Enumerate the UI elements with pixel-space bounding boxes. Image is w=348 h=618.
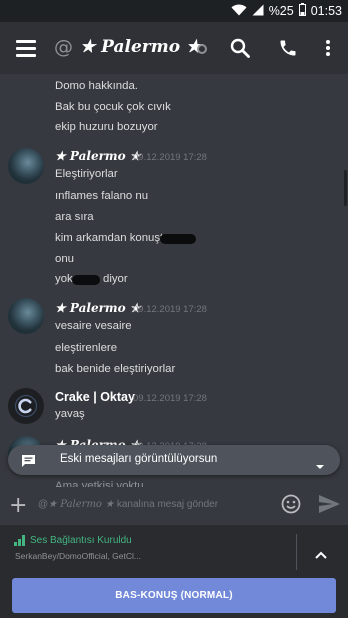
message-timestamp: 09.12.2019 17:28 — [133, 304, 207, 315]
add-attachment-icon[interactable]: + — [9, 493, 27, 518]
placeholder-suffix: kanalına mesaj gönder — [116, 499, 219, 510]
avatar[interactable] — [8, 388, 44, 424]
redaction-scribble — [72, 275, 100, 285]
message-text: onu — [55, 253, 75, 265]
message-text: yavaş — [55, 408, 85, 420]
message-text: ekip huzuru bozuyor — [55, 121, 158, 133]
placeholder-channel: ★ Palermo ★ — [48, 499, 115, 510]
channel-header: @ ★ Palermo ★ — [0, 22, 348, 74]
voice-connection-panel[interactable]: Ses Bağlantısı Kuruldu SerkanBey/DomoOff… — [0, 525, 348, 578]
chevron-down-icon[interactable] — [315, 456, 325, 475]
message-text: Eleştiriyorlar — [55, 168, 118, 180]
divider — [296, 534, 297, 570]
jump-bar-label: Eski mesajları görüntülüyorsun — [60, 453, 218, 465]
voice-channel-path: SerkanBey/DomoOfficial, GetCl... — [15, 551, 141, 561]
push-to-talk-button[interactable]: BAS-KONUŞ (NORMAL) — [12, 578, 336, 613]
voice-signal-icon — [14, 535, 28, 546]
send-icon[interactable] — [319, 495, 340, 517]
message-text: diyor — [103, 273, 128, 285]
message-author[interactable]: ★ Palermo ★ — [55, 149, 141, 163]
wifi-icon — [231, 4, 247, 19]
message-text: eleştirenlere — [55, 342, 118, 354]
message-text: vesaire vesaire — [55, 320, 132, 332]
message-text: Domo hakkında. — [55, 80, 138, 92]
message-list[interactable]: Domo hakkında. Bak bu çocuk çok cıvık ek… — [0, 74, 348, 490]
avatar[interactable] — [8, 148, 44, 184]
message-text: ara sıra — [55, 211, 94, 223]
more-vert-icon[interactable] — [316, 36, 340, 60]
phone-icon[interactable] — [276, 36, 300, 60]
message-composer: + @★ Palermo ★ kanalına mesaj gönder — [0, 487, 348, 525]
signal-icon — [252, 4, 264, 19]
message-text: Bak bu çocuk çok cıvık — [55, 101, 171, 113]
battery-icon — [298, 3, 306, 19]
message-text: yok — [55, 273, 73, 285]
emoji-icon[interactable] — [281, 494, 301, 518]
channel-title[interactable]: ★ Palermo ★ — [80, 37, 201, 57]
battery-percent: %25 — [268, 4, 294, 18]
message-text: kim arkamdan konuştu — [55, 232, 170, 244]
scrollbar[interactable] — [344, 170, 347, 206]
voice-status: Ses Bağlantısı Kuruldu — [30, 535, 132, 546]
message-input[interactable]: @★ Palermo ★ kanalına mesaj gönder — [38, 499, 218, 510]
message-text: ınflames falano nu — [55, 190, 149, 202]
message-timestamp: 09.12.2019 17:28 — [133, 393, 207, 404]
message-author[interactable]: ★ Palermo ★ — [55, 301, 141, 315]
message-timestamp: 09.12.2019 17:28 — [133, 152, 207, 163]
avatar[interactable] — [8, 298, 44, 334]
viewing-older-messages-bar[interactable]: Eski mesajları görüntülüyorsun — [8, 445, 340, 475]
crake-logo-icon — [14, 394, 38, 418]
clock: 01:53 — [310, 4, 342, 18]
status-bar: %25 01:53 — [0, 0, 348, 22]
search-icon[interactable] — [228, 36, 252, 60]
chevron-up-icon[interactable] — [315, 544, 327, 563]
message-author[interactable]: Crake | Oktay — [55, 390, 135, 404]
push-to-talk-area: BAS-KONUŞ (NORMAL) — [0, 578, 348, 618]
message-text: bak benide eleştiriyorlar — [55, 363, 176, 375]
placeholder-prefix: @ — [38, 499, 49, 510]
dm-at-icon: @ — [54, 36, 73, 58]
redaction-scribble — [160, 234, 196, 244]
chat-bubble-icon — [21, 453, 36, 472]
menu-icon[interactable] — [16, 40, 36, 57]
offline-status-icon — [197, 44, 207, 54]
